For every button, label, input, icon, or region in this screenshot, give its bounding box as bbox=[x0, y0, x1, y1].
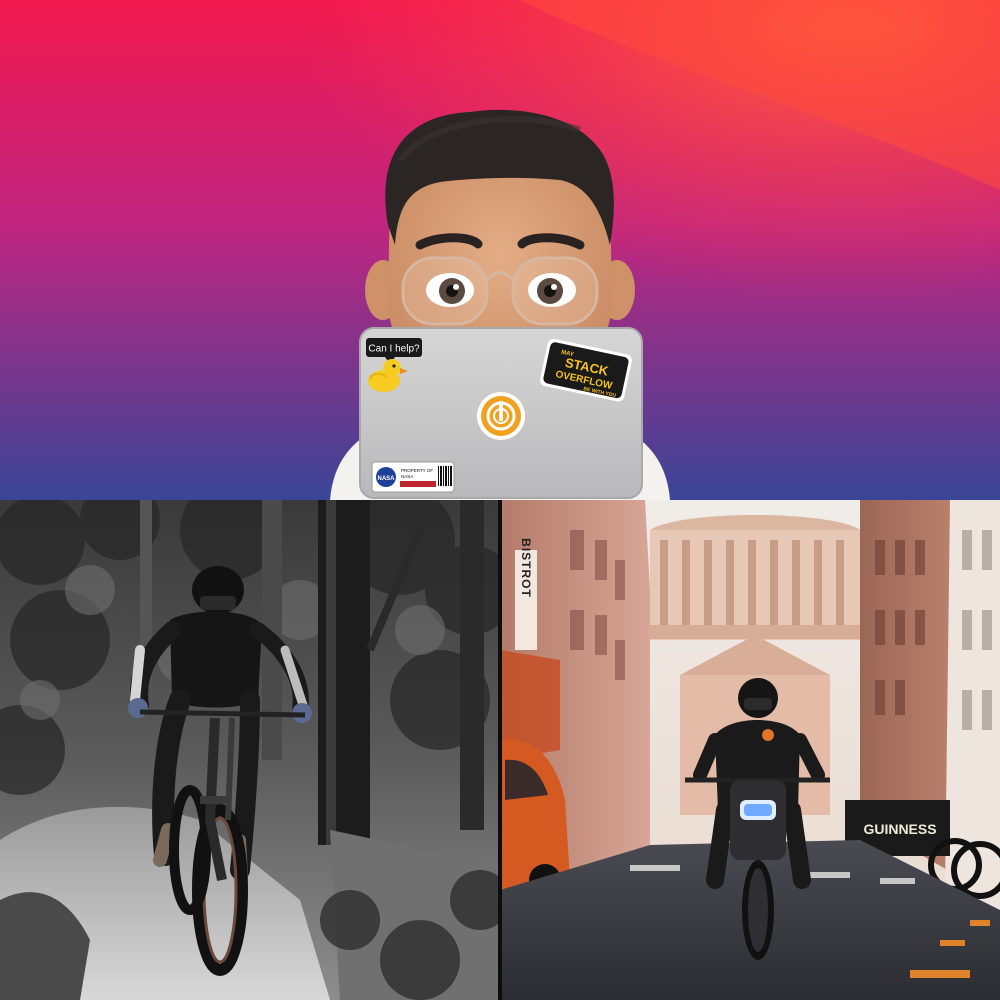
motorcycle-icon: BISTROT GUINNESS bbox=[500, 500, 1000, 1000]
panel-divider bbox=[498, 500, 502, 1000]
mountain-bike-icon bbox=[0, 500, 500, 1000]
power-stand-icon bbox=[477, 392, 525, 440]
collage: Can I help? MAY STACK OVERFLOW BE WITH Y… bbox=[0, 0, 1000, 1000]
paris-motorcycle-photo: BISTROT GUINNESS bbox=[500, 500, 1000, 1000]
svg-text:NASA: NASA bbox=[377, 476, 395, 482]
bubble-text: Can I help? bbox=[368, 344, 420, 355]
svg-text:NASA: NASA bbox=[401, 474, 413, 479]
svg-text:GUINNESS: GUINNESS bbox=[863, 821, 936, 837]
svg-text:PROPERTY OF: PROPERTY OF bbox=[401, 468, 433, 473]
bistrot-sign: BISTROT bbox=[519, 538, 533, 598]
banner-illustration: Can I help? MAY STACK OVERFLOW BE WITH Y… bbox=[0, 0, 1000, 500]
nasa-sticker: NASA PROPERTY OF NASA bbox=[371, 461, 455, 493]
mountain-bike-photo bbox=[0, 500, 500, 1000]
memoji-banner: Can I help? MAY STACK OVERFLOW BE WITH Y… bbox=[0, 0, 1000, 500]
